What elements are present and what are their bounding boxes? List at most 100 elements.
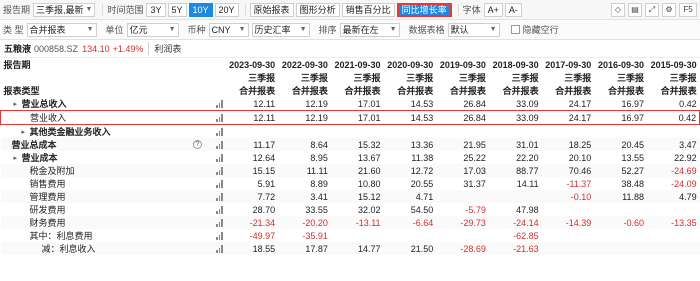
mini-chart-icon[interactable]	[216, 192, 223, 201]
currency-select[interactable]: CNY ▼	[208, 22, 249, 37]
unit-select[interactable]: 亿元 ▼	[126, 22, 179, 37]
mini-chart-icon[interactable]	[216, 179, 223, 188]
row-label-text: 其他类金融业务收入	[29, 127, 111, 137]
original-report-button[interactable]: 原始报表	[249, 2, 294, 17]
mini-chart-bar	[218, 156, 220, 162]
mini-chart-bar	[216, 210, 218, 214]
mini-chart-bar	[221, 231, 223, 240]
header-cell: 三季报	[248, 73, 276, 83]
value-cell: 31.01	[488, 138, 542, 151]
hide-empty-checkbox[interactable]	[510, 25, 520, 34]
mini-chart-icon[interactable]	[216, 99, 223, 108]
range-20y-button[interactable]: 20Y	[214, 2, 239, 17]
chevron-down-icon: ▼	[299, 26, 307, 33]
mini-chart-bar	[221, 113, 223, 122]
mini-chart-icon[interactable]	[216, 127, 223, 136]
value-cell: 8.64	[278, 138, 331, 151]
value-cell: 11.88	[594, 190, 647, 203]
range-5y-button[interactable]: 5Y	[167, 2, 187, 17]
mini-chart-bar	[216, 158, 218, 162]
mini-chart-bar	[218, 221, 220, 227]
table-row[interactable]: 税金及附加 15.15 11.11 21.60 12.72 17.03 88.77 70.46…	[0, 164, 700, 177]
value-cell: 17.01	[358, 98, 381, 109]
expand-caret-icon[interactable]: ▸	[22, 128, 30, 136]
stock-name: 五粮液	[4, 44, 32, 54]
bookmark-icon[interactable]: ◇	[611, 2, 625, 17]
header-cell: 2017-09-30	[545, 59, 592, 70]
table-row[interactable]: 减：利息收入 18.55 17.87 14.77 21.50 -28.69 -21.63	[0, 242, 700, 255]
value-cell: 4.79	[647, 190, 700, 203]
export-icon[interactable]: ▤	[628, 2, 642, 17]
header-period-row: 报告期 2023-09-30 2022-09-30 2021-09-30 2020-09…	[1, 58, 700, 71]
range-10y-button[interactable]: 10Y	[188, 2, 213, 17]
value-cell	[489, 125, 542, 139]
unit-label: 单位	[105, 25, 124, 35]
mini-chart-bar	[221, 205, 223, 214]
value-cell: 22.92	[674, 152, 697, 163]
header-label: 报表类型	[3, 86, 40, 96]
value-cell: 17.01	[330, 110, 384, 125]
value-cell	[488, 190, 542, 203]
settings-icon[interactable]: ⚙	[662, 2, 676, 17]
table-row[interactable]: ▸ 其他类金融业务收入	[1, 125, 700, 139]
value-cell	[541, 242, 595, 255]
table-format-label: 数据表格	[408, 25, 445, 35]
sales-percent-button[interactable]: 销售百分比	[341, 2, 395, 17]
mini-chart-icon[interactable]	[216, 153, 223, 162]
mini-chart-icon[interactable]	[216, 231, 223, 240]
font-increase-button[interactable]: A+	[483, 2, 503, 17]
mini-chart-icon[interactable]	[216, 113, 223, 122]
value-cell: 52.27	[594, 164, 647, 177]
yoy-growth-button[interactable]: 同比增长率	[396, 2, 452, 17]
table-row[interactable]: 财务费用 -21.34 -20.20 -13.11 -6.64 -29.73 -24.14-…	[0, 216, 700, 229]
report-period-select[interactable]: 三季报,最新 ▼	[33, 2, 96, 17]
value-cell	[384, 229, 437, 242]
value-cell: -35.91	[302, 230, 328, 241]
report-type-select[interactable]: 合并报表 ▼	[26, 22, 97, 37]
row-label-text: 营业总收入	[21, 99, 67, 109]
value-cell: 13.67	[358, 152, 381, 163]
table-row[interactable]: 营业收入 12.11 12.19 17.01 14.53 26.84 33.09 24.17 1…	[0, 110, 700, 125]
range-3y-button[interactable]: 3Y	[146, 2, 166, 17]
value-cell: 47.98	[516, 204, 539, 215]
header-cell: 2016-09-30	[597, 59, 644, 70]
table-format-select[interactable]: 默认 ▼	[447, 22, 500, 37]
exchange-rate-select[interactable]: 历史汇率 ▼	[251, 22, 310, 37]
table-row[interactable]: 研发费用 28.70 33.55 32.02 54.50 -5.79 47.98	[1, 203, 700, 216]
table-row[interactable]: 销售费用 5.91 8.89 10.80 20.55 31.37 14.11 -11.37 38…	[1, 177, 700, 190]
tab-income-statement[interactable]: 利润表	[148, 42, 181, 55]
expand-caret-icon[interactable]: ▸	[14, 154, 22, 162]
chart-analysis-button[interactable]: 图形分析	[295, 2, 340, 17]
value-cell: 25.22	[463, 152, 486, 163]
help-icon[interactable]: ?	[193, 140, 202, 149]
mini-chart-bar	[218, 130, 220, 136]
value-cell: 16.97	[594, 110, 647, 125]
value-cell: 3.41	[278, 190, 331, 203]
table-row[interactable]: ▸ 营业总收入 12.11 12.19 17.01 14.53 26.84 33.09 24.1…	[1, 97, 700, 111]
fullscreen-icon[interactable]: ⤢	[645, 2, 659, 17]
chevron-down-icon: ▼	[238, 26, 246, 33]
table-row[interactable]: 其中：利息费用 -49.97 -35.91 -62.85	[1, 229, 700, 242]
row-label: 税金及附加	[4, 164, 223, 177]
value-cell: 11.11	[278, 164, 331, 177]
value-cell: 18.55	[225, 242, 279, 255]
table-row[interactable]: ▸ 营业成本 12.64 8.95 13.67 11.38 25.22 22.20 20.10 1…	[1, 151, 700, 164]
mini-chart-bar	[221, 179, 223, 188]
header-cell: 2022-09-30	[281, 59, 328, 70]
value-cell: 0.42	[647, 110, 700, 125]
table-row[interactable]: 管理费用 7.72 3.41 15.12 4.71 -0.10 11.88 4.79	[0, 190, 700, 203]
row-label: 营业收入	[4, 112, 223, 124]
font-decrease-button[interactable]: A-	[504, 2, 522, 17]
expand-caret-icon[interactable]: ▸	[14, 100, 22, 108]
mini-chart-icon[interactable]	[216, 218, 223, 227]
mini-chart-bar	[216, 197, 218, 201]
refresh-f5-button[interactable]: F5	[679, 2, 697, 17]
sort-select[interactable]: 最新在左 ▼	[339, 22, 400, 37]
mini-chart-icon[interactable]	[216, 205, 223, 214]
mini-chart-icon[interactable]	[216, 166, 223, 175]
row-label: 减：利息收入	[4, 242, 223, 255]
mini-chart-icon[interactable]	[216, 244, 223, 253]
table-row[interactable]: 营业总成本? 11.17 8.64 15.32 13.36 21.95 31.01 18.25…	[0, 138, 700, 151]
value-cell: 4.71	[383, 190, 437, 203]
mini-chart-icon[interactable]	[216, 140, 223, 149]
